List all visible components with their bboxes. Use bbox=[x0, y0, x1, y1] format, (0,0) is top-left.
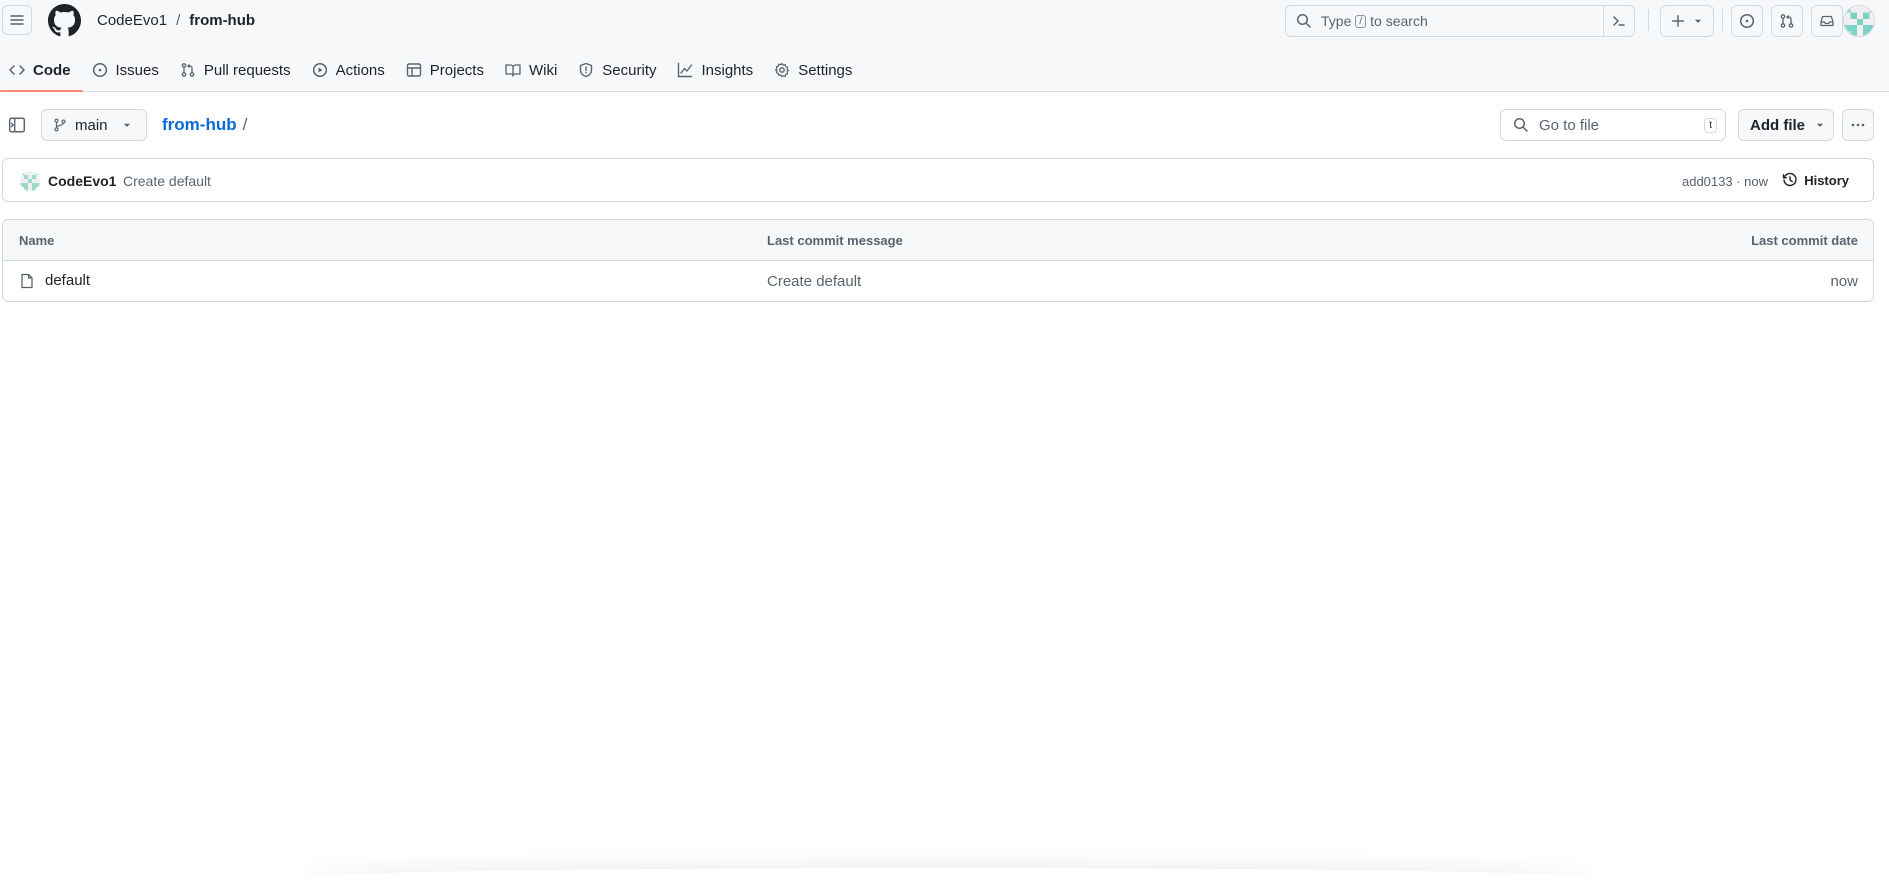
file-commit-message-link[interactable]: Create default bbox=[767, 273, 861, 290]
issue-icon bbox=[92, 62, 107, 78]
plus-icon bbox=[1672, 15, 1684, 27]
user-avatar[interactable] bbox=[1843, 5, 1875, 37]
command-palette-button[interactable] bbox=[1603, 6, 1634, 36]
latest-commit-bar: CodeEvo1 Create default add0133 · now Hi… bbox=[2, 158, 1874, 202]
tab-security[interactable]: Security bbox=[569, 52, 668, 88]
hamburger-icon bbox=[10, 15, 24, 25]
repo-breadcrumb: CodeEvo1 / from-hub bbox=[97, 12, 255, 29]
commit-hash-and-time[interactable]: add0133 · now bbox=[1682, 174, 1768, 189]
column-header-date: Last commit date bbox=[1751, 233, 1858, 248]
tab-issues[interactable]: Issues bbox=[83, 52, 171, 88]
branch-selector[interactable]: main bbox=[41, 109, 147, 141]
inbox-icon bbox=[1820, 15, 1834, 27]
tab-label: Settings bbox=[798, 61, 853, 79]
triangle-down-icon bbox=[1694, 19, 1702, 23]
tab-pull-requests[interactable]: Pull requests bbox=[171, 52, 303, 88]
github-logo-icon[interactable] bbox=[48, 4, 81, 37]
commit-message-link[interactable]: Create default bbox=[123, 173, 211, 189]
history-icon bbox=[1783, 172, 1797, 187]
search-icon bbox=[1296, 13, 1311, 28]
history-button[interactable]: History bbox=[1782, 172, 1849, 188]
identicon-avatar-icon bbox=[20, 171, 40, 191]
header-divider bbox=[1722, 9, 1723, 31]
tab-code[interactable]: Code bbox=[0, 52, 83, 92]
file-table: Name Last commit message Last commit dat… bbox=[2, 219, 1874, 302]
kebab-horizontal-icon bbox=[1851, 123, 1865, 127]
go-to-file-shortcut-key: t bbox=[1704, 118, 1717, 133]
tab-settings[interactable]: Settings bbox=[765, 52, 864, 88]
commit-author-avatar[interactable] bbox=[20, 171, 40, 191]
global-search-input[interactable]: Type / to search bbox=[1285, 5, 1635, 37]
tab-label: Security bbox=[602, 61, 657, 79]
tab-label: Pull requests bbox=[203, 61, 291, 79]
column-header-message: Last commit message bbox=[767, 233, 903, 248]
path-repo-link[interactable]: from-hub bbox=[162, 115, 237, 135]
commit-author-link[interactable]: CodeEvo1 bbox=[48, 173, 116, 189]
tab-label: Wiki bbox=[528, 61, 558, 79]
go-to-file-placeholder: Go to file bbox=[1539, 116, 1600, 134]
tab-insights[interactable]: Insights bbox=[668, 52, 765, 88]
path-separator: / bbox=[242, 115, 248, 134]
header-divider bbox=[1648, 9, 1649, 31]
file-navigation-bar: main from-hub / Go to file t Add file bbox=[0, 106, 1889, 144]
git-pull-request-icon bbox=[1780, 14, 1794, 28]
global-header: CodeEvo1 / from-hub Type / to search Cod… bbox=[0, 0, 1889, 92]
add-file-label: Add file bbox=[1750, 116, 1805, 134]
search-placeholder-end: to search bbox=[1370, 13, 1428, 29]
play-icon bbox=[312, 62, 327, 78]
file-name-cell: default bbox=[19, 272, 90, 289]
inbox-button[interactable] bbox=[1811, 5, 1843, 37]
search-icon bbox=[1513, 117, 1528, 132]
add-file-button[interactable]: Add file bbox=[1738, 109, 1834, 141]
gear-icon bbox=[775, 62, 790, 78]
identicon-avatar-icon bbox=[1844, 6, 1874, 36]
history-label: History bbox=[1804, 172, 1849, 188]
git-branch-icon bbox=[54, 118, 66, 132]
breadcrumb-separator: / bbox=[176, 12, 181, 29]
repo-nav-tabs: Code Issues Pull requests Actions Projec… bbox=[0, 52, 864, 92]
tab-label: Issues bbox=[115, 61, 159, 79]
table-icon bbox=[406, 63, 421, 77]
tab-label: Projects bbox=[429, 61, 484, 79]
table-header: Name Last commit message Last commit dat… bbox=[3, 220, 1873, 261]
search-placeholder-start: Type bbox=[1321, 13, 1352, 29]
go-to-file-input[interactable]: Go to file t bbox=[1500, 109, 1726, 141]
file-commit-date: now bbox=[1830, 273, 1858, 290]
tab-label: Code bbox=[33, 61, 71, 79]
file-name-link[interactable]: default bbox=[45, 272, 90, 289]
branch-name: main bbox=[75, 116, 108, 134]
file-path-breadcrumb: from-hub / bbox=[162, 115, 247, 135]
code-icon bbox=[9, 65, 25, 75]
tab-label: Insights bbox=[701, 61, 754, 79]
sidebar-expand-icon[interactable] bbox=[8, 116, 26, 134]
search-shortcut-key: / bbox=[1355, 14, 1367, 28]
terminal-icon bbox=[1613, 16, 1625, 26]
issue-opened-icon bbox=[1739, 13, 1755, 29]
column-header-name: Name bbox=[19, 233, 55, 248]
more-options-button[interactable] bbox=[1842, 109, 1874, 141]
issues-button[interactable] bbox=[1731, 5, 1763, 37]
tab-actions[interactable]: Actions bbox=[303, 52, 397, 88]
graph-icon bbox=[678, 62, 693, 78]
tab-wiki[interactable]: Wiki bbox=[496, 52, 569, 88]
file-icon bbox=[21, 273, 33, 288]
pull-requests-button[interactable] bbox=[1771, 5, 1803, 37]
header-top-row: CodeEvo1 / from-hub Type / to search bbox=[0, 0, 1889, 42]
shield-icon bbox=[580, 62, 593, 78]
table-row[interactable]: default Create default now bbox=[3, 261, 1873, 301]
triangle-down-icon bbox=[123, 123, 130, 127]
bottom-overlay-shadow bbox=[300, 868, 1590, 880]
menu-button[interactable] bbox=[2, 5, 32, 35]
triangle-down-icon bbox=[1816, 123, 1824, 127]
book-icon bbox=[505, 64, 521, 77]
repo-link[interactable]: from-hub bbox=[189, 12, 255, 29]
owner-link[interactable]: CodeEvo1 bbox=[97, 12, 167, 29]
tab-label: Actions bbox=[335, 61, 385, 79]
create-new-button[interactable] bbox=[1660, 5, 1714, 37]
tab-projects[interactable]: Projects bbox=[397, 52, 496, 88]
pull-request-icon bbox=[181, 63, 195, 77]
